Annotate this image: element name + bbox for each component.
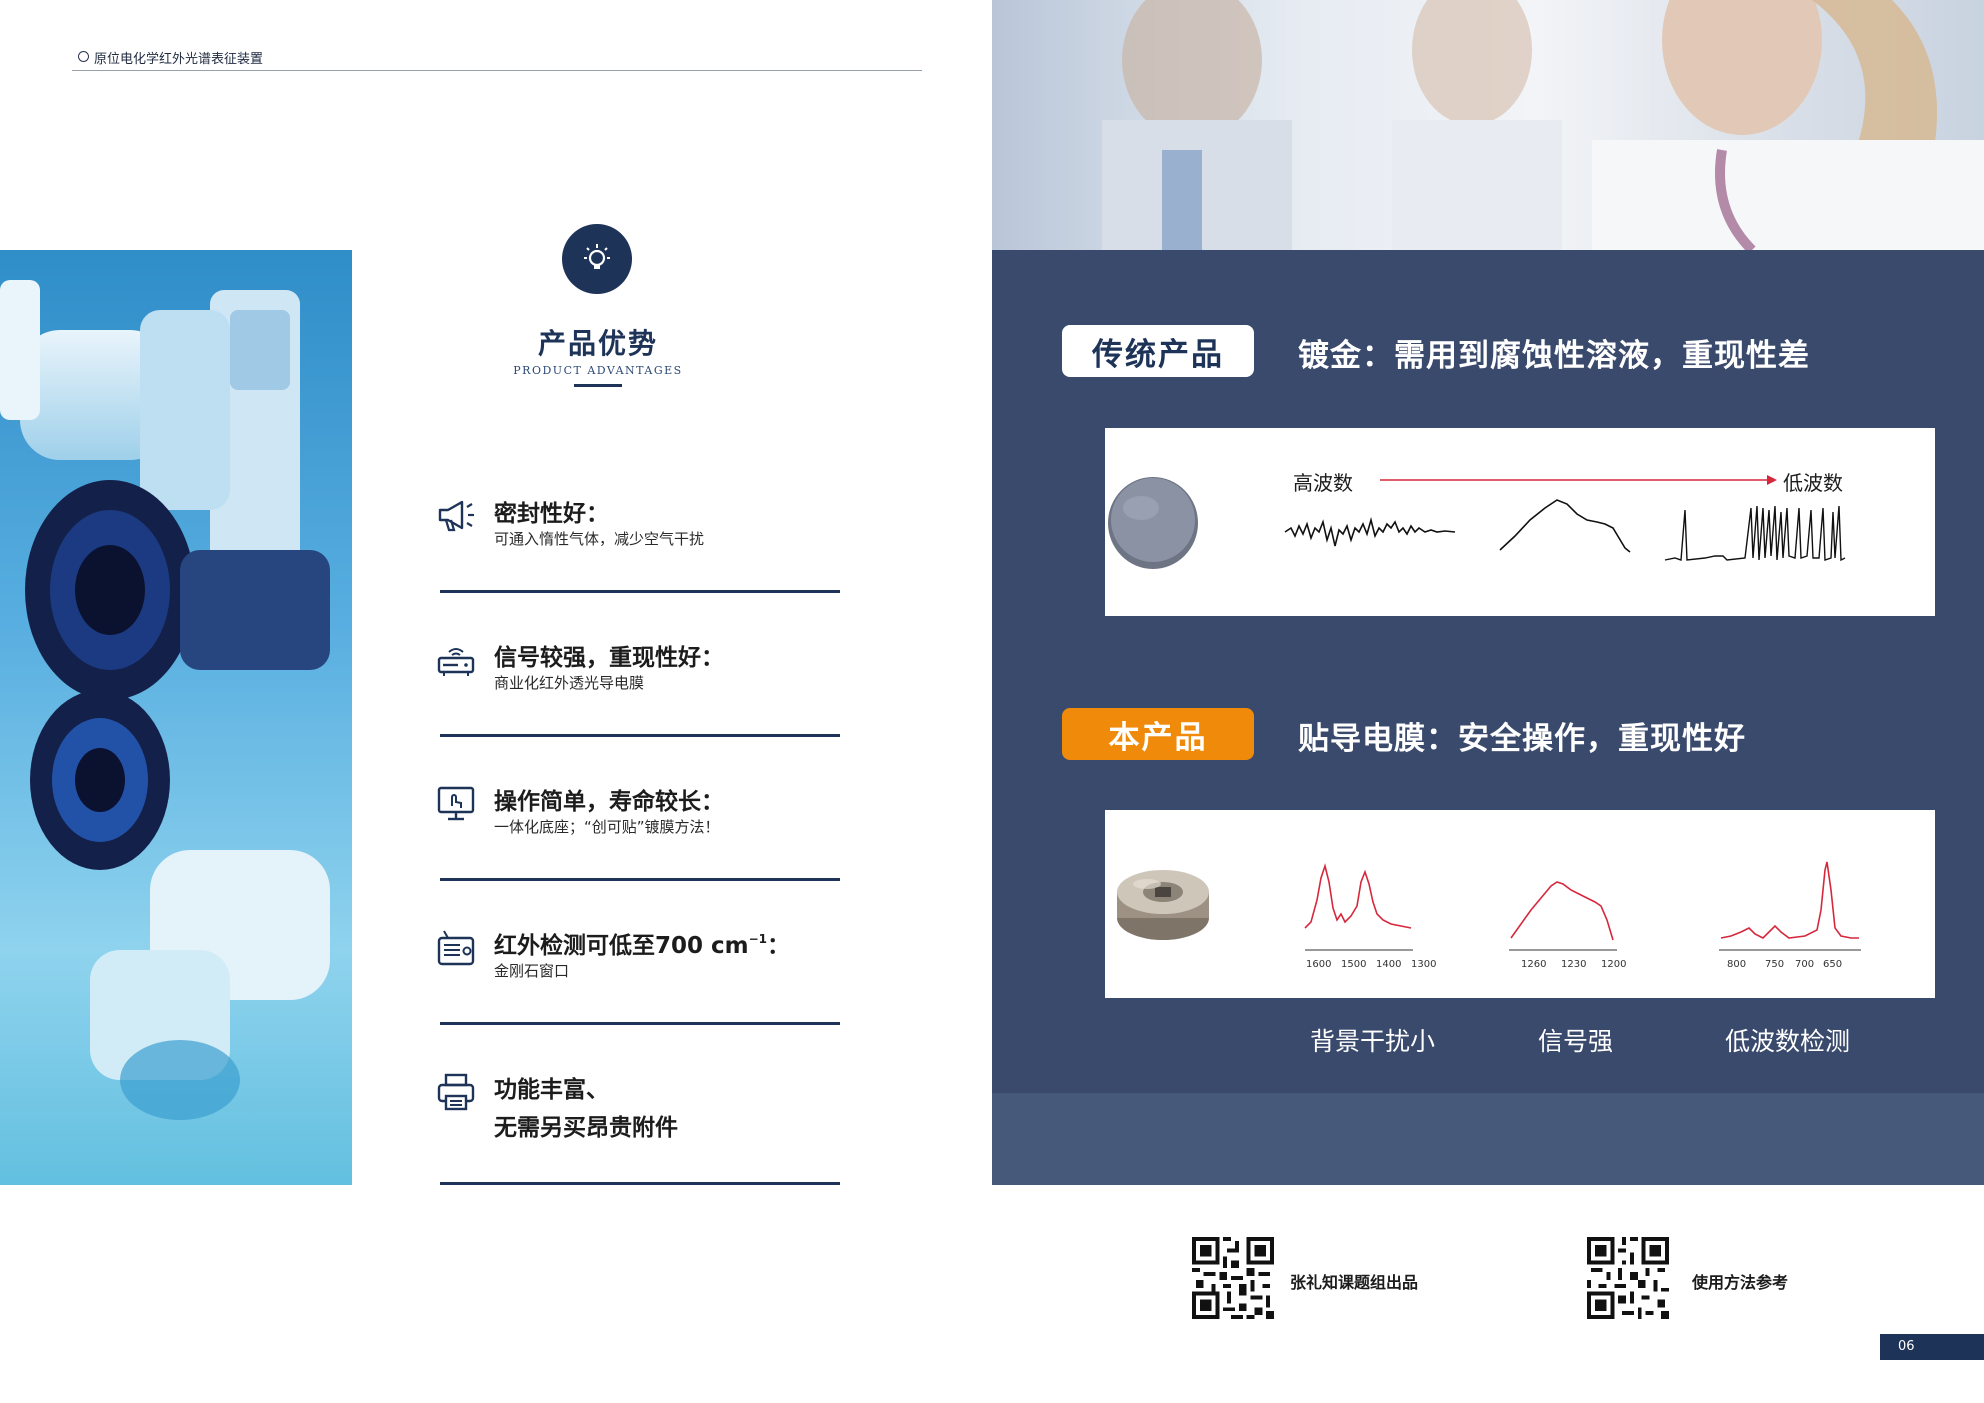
router-icon: [437, 648, 475, 676]
advantage-item-operation: 操作简单，寿命较长： 一体化底座；“创可贴”镀膜方法！: [436, 782, 840, 882]
superscript: −1: [748, 932, 768, 946]
our-spectra-card: 1600 1500 1400 1300 1260 1230 1200 800 7…: [1105, 810, 1935, 998]
caption-low-wavenumber: 低波数检测: [1725, 1027, 1851, 1056]
advantage-item-signal: 信号较强，重现性好： 商业化红外透光导电膜: [436, 638, 840, 738]
advantage-desc: 金刚石窗口: [494, 962, 570, 980]
advantage-title: 红外检测可低至700 cm−1：: [494, 926, 790, 960]
document-header: 原位电化学红外光谱表征装置: [72, 48, 922, 71]
spectrum-background: [1304, 863, 1412, 929]
advantages-title: 产品优势: [537, 327, 658, 360]
noisy-spectrum: [1284, 516, 1456, 547]
caption-background: 背景干扰小: [1310, 1027, 1436, 1056]
qr-code-usage[interactable]: [1587, 1237, 1669, 1319]
advantage-desc: 可通入惰性气体，减少空气干扰: [494, 530, 705, 548]
low-wavenumber-label: 低波数: [1783, 471, 1843, 495]
document-title: 原位电化学红外光谱表征装置: [94, 52, 264, 67]
wavenumber-arrow: [1380, 475, 1777, 485]
microscope-photo: [0, 250, 352, 1185]
spectrum-signal: [1510, 881, 1614, 941]
advantage-item-functions: 功能丰富、 无需另买昂贵附件: [436, 1070, 840, 1190]
page-number: 06: [1880, 1334, 1984, 1360]
advantage-desc: 商业化红外透光导电膜: [494, 674, 645, 692]
axis-tick: 1600: [1306, 959, 1331, 970]
traditional-spectra-card: 高波数 低波数: [1105, 428, 1935, 616]
advantage-title: 密封性好：: [494, 501, 609, 527]
title-underline: [574, 384, 622, 387]
advantage-item-detection: 红外检测可低至700 cm−1： 金刚石窗口: [436, 926, 840, 1026]
advantage-desc: 一体化底座；“创可贴”镀膜方法！: [494, 818, 720, 836]
doctors-photo: [992, 0, 1984, 250]
axis-tick: 1500: [1341, 959, 1366, 970]
advantage-item-sealing: 密封性好： 可通入惰性气体，减少空气干扰: [436, 494, 840, 594]
advantages-subtitle: PRODUCT ADVANTAGES: [513, 364, 683, 377]
divider: [440, 1022, 840, 1025]
advantage-title-main: 红外检测可低至700 cm: [494, 933, 749, 959]
broad-spectrum: [1499, 499, 1631, 553]
panel-band: [992, 1093, 1984, 1185]
spectrum-low-wavenumber: [1720, 861, 1859, 939]
advantage-title: 操作简单，寿命较长：: [494, 789, 724, 815]
qr-code-group[interactable]: [1192, 1237, 1274, 1319]
divider: [440, 590, 840, 593]
axis-tick: 800: [1727, 959, 1746, 970]
axis-tick: 1260: [1521, 959, 1546, 970]
circle-bullet-icon: [78, 51, 89, 62]
axis-tick: 1400: [1376, 959, 1401, 970]
coated-disc-image: [1108, 477, 1198, 569]
qr-label-group: 张礼知课题组出品: [1290, 1273, 1419, 1292]
divider: [440, 1182, 840, 1185]
axis-tick: 750: [1765, 959, 1784, 970]
advantage-title: 功能丰富、: [494, 1077, 609, 1103]
electrode-base-image: [1117, 870, 1209, 940]
axis-tick: 650: [1823, 959, 1842, 970]
qr-label-usage: 使用方法参考: [1692, 1273, 1789, 1292]
printer-icon: [437, 1073, 475, 1111]
radio-icon: [437, 930, 475, 966]
advantage-title-line2: 无需另买昂贵附件: [494, 1115, 678, 1141]
traditional-headline: 镀金：需用到腐蚀性溶液，重现性差: [1298, 338, 1810, 374]
sharp-peak-spectrum: [1664, 505, 1846, 562]
divider: [440, 878, 840, 881]
axis-tick: 1230: [1561, 959, 1586, 970]
high-wavenumber-label: 高波数: [1293, 471, 1353, 495]
monitor-touch-icon: [437, 786, 475, 821]
lightbulb-icon: [584, 244, 610, 269]
advantage-title: 信号较强，重现性好：: [494, 645, 724, 671]
our-product-headline: 贴导电膜：安全操作，重现性好: [1298, 721, 1746, 757]
traditional-product-label: 传统产品: [1062, 325, 1254, 377]
axis-tick: 1200: [1601, 959, 1626, 970]
axis-tick: 1300: [1411, 959, 1436, 970]
caption-signal: 信号强: [1538, 1027, 1614, 1056]
divider: [440, 734, 840, 737]
megaphone-icon: [438, 500, 474, 532]
our-product-label: 本产品: [1062, 708, 1254, 760]
axis-tick: 700: [1795, 959, 1814, 970]
advantage-title-end: ：: [767, 933, 791, 959]
lightbulb-badge: [562, 224, 632, 294]
